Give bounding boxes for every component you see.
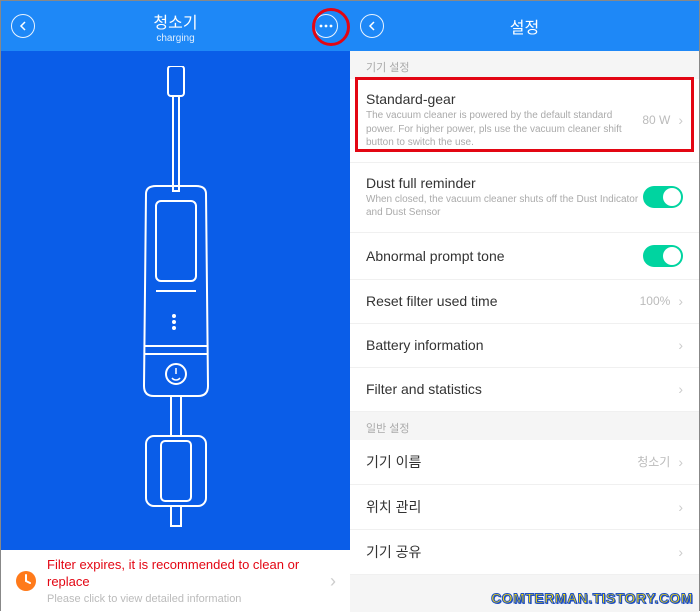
row-value: 청소기 — [637, 453, 670, 470]
settings-body: 기기 설정 Standard-gear The vacuum cleaner i… — [350, 51, 699, 612]
banner-subtitle: Please click to view detailed informatio… — [47, 593, 330, 605]
chevron-right-icon: › — [678, 112, 683, 128]
row-title: 기기 이름 — [366, 452, 637, 472]
row-desc: The vacuum cleaner is powered by the def… — [366, 109, 642, 150]
more-button[interactable] — [314, 14, 338, 38]
section-general-label: 일반 설정 — [350, 412, 699, 440]
row-battery-info[interactable]: Battery information › — [350, 324, 699, 368]
device-illustration-area — [1, 51, 350, 550]
row-title: Dust full reminder — [366, 175, 643, 191]
chevron-right-icon: › — [678, 454, 683, 470]
toggle-dust-reminder[interactable] — [643, 186, 683, 208]
settings-title: 설정 — [510, 14, 539, 38]
row-title: Battery information — [366, 337, 678, 353]
settings-screen: 설정 기기 설정 Standard-gear The vacuum cleane… — [350, 1, 699, 612]
row-title: 위치 관리 — [366, 497, 678, 517]
more-icon — [319, 24, 333, 28]
clock-warning-icon — [15, 570, 37, 592]
row-device-share[interactable]: 기기 공유 › — [350, 530, 699, 575]
row-filter-stats[interactable]: Filter and statistics › — [350, 368, 699, 412]
device-screen: 청소기 charging — [1, 1, 350, 612]
row-desc: When closed, the vacuum cleaner shuts of… — [366, 193, 643, 220]
row-device-name[interactable]: 기기 이름 청소기 › — [350, 440, 699, 485]
row-title: Reset filter used time — [366, 293, 640, 309]
row-value: 100% — [640, 294, 671, 308]
section-device-label: 기기 설정 — [350, 51, 699, 79]
chevron-left-icon — [367, 21, 377, 31]
chevron-right-icon: › — [678, 293, 683, 309]
chevron-right-icon: › — [678, 337, 683, 353]
row-standard-gear[interactable]: Standard-gear The vacuum cleaner is powe… — [350, 79, 699, 163]
filter-warning-banner[interactable]: Filter expires, it is recommended to cle… — [1, 550, 350, 612]
chevron-right-icon: › — [678, 381, 683, 397]
row-location[interactable]: 위치 관리 › — [350, 485, 699, 530]
chevron-right-icon: › — [678, 499, 683, 515]
row-title: Filter and statistics — [366, 381, 678, 397]
row-reset-filter[interactable]: Reset filter used time 100% › — [350, 280, 699, 324]
row-title: Abnormal prompt tone — [366, 248, 643, 264]
right-header: 설정 — [350, 1, 699, 51]
toggle-abnormal-tone[interactable] — [643, 245, 683, 267]
back-button[interactable] — [11, 14, 35, 38]
row-value: 80 W — [642, 113, 670, 127]
row-title: 기기 공유 — [366, 542, 678, 562]
header-title: 청소기 — [153, 9, 197, 33]
header-status: charging — [153, 33, 197, 44]
watermark: COMTERMAN.TISTORY.COM — [491, 590, 693, 606]
left-header: 청소기 charging — [1, 1, 350, 51]
row-dust-reminder: Dust full reminder When closed, the vacu… — [350, 163, 699, 233]
back-button[interactable] — [360, 14, 384, 38]
chevron-right-icon: › — [330, 571, 336, 592]
header-title-group: 청소기 charging — [153, 9, 197, 44]
banner-text: Filter expires, it is recommended to cle… — [47, 557, 330, 605]
banner-title: Filter expires, it is recommended to cle… — [47, 557, 330, 591]
chevron-right-icon: › — [678, 544, 683, 560]
vacuum-illustration — [101, 66, 251, 536]
row-abnormal-tone: Abnormal prompt tone — [350, 233, 699, 280]
chevron-left-icon — [18, 21, 28, 31]
row-title: Standard-gear — [366, 91, 642, 107]
